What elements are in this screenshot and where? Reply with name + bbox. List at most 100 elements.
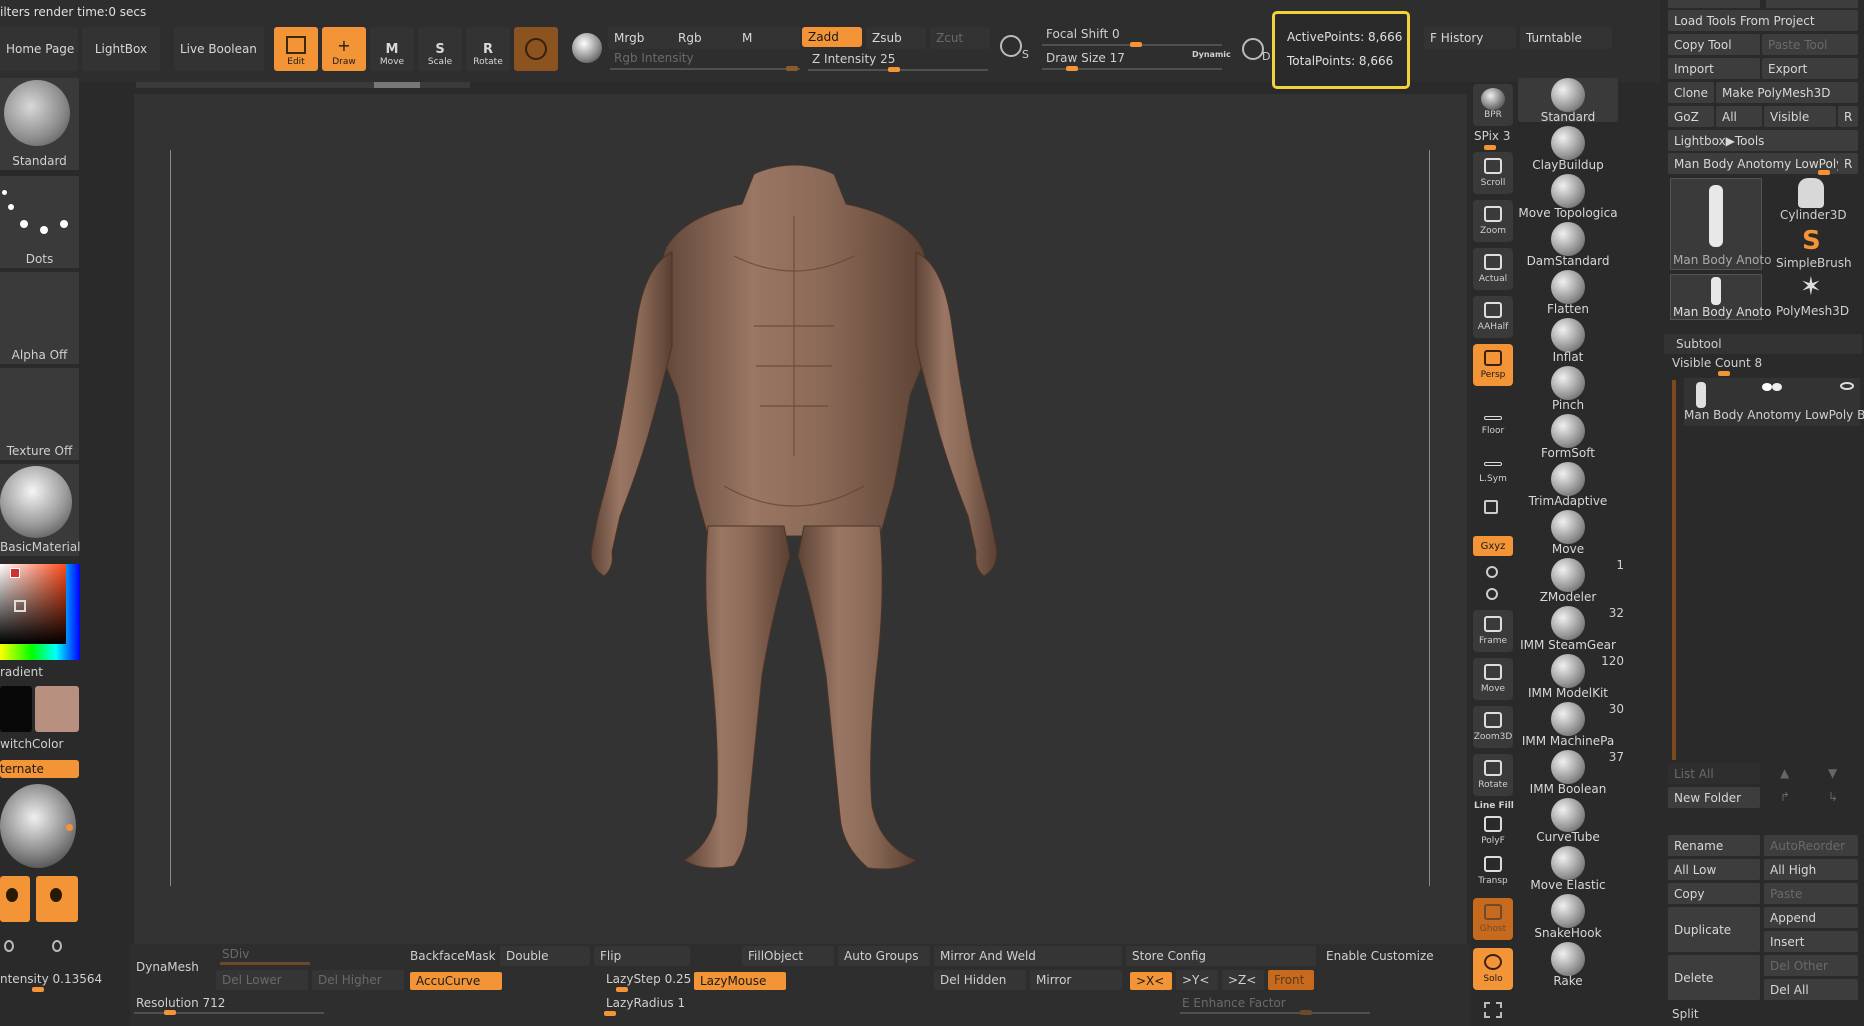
brush-item[interactable]: Rake — [1518, 942, 1618, 988]
lightbox-tools-button[interactable]: Lightbox▶Tools — [1668, 130, 1858, 151]
intensity-knob[interactable] — [32, 987, 44, 992]
visible-count-slider[interactable]: Visible Count 8 — [1672, 356, 1762, 370]
actual-button[interactable]: Actual — [1473, 248, 1513, 290]
brush-item[interactable]: IMM MachinePa 30 — [1518, 702, 1624, 748]
brush-item[interactable]: IMM ModelKit 120 — [1518, 654, 1624, 700]
transp-button[interactable]: Transp — [1473, 850, 1513, 892]
del-other-button[interactable]: Del Other — [1764, 955, 1858, 976]
mrgb-button[interactable]: Mrgb — [608, 27, 672, 49]
enhance-factor-knob[interactable] — [1300, 1010, 1312, 1015]
mirror-button[interactable]: Mirror — [1030, 970, 1122, 990]
del-higher-button[interactable]: Del Higher — [312, 970, 404, 990]
split-header[interactable]: Split — [1672, 1007, 1699, 1021]
frame-button[interactable]: Frame — [1473, 610, 1513, 652]
scale-mode-button[interactable]: S Scale — [418, 27, 462, 71]
rotate-axis-icon[interactable] — [1486, 588, 1498, 600]
document-canvas[interactable] — [134, 94, 1467, 944]
xyz-button[interactable]: Gxyz — [1473, 536, 1513, 556]
duplicate-button[interactable]: Duplicate — [1668, 907, 1760, 952]
polypaint-icon[interactable] — [1772, 383, 1782, 391]
lazymouse-button[interactable]: LazyMouse — [694, 972, 786, 990]
floor-button[interactable]: Floor — [1473, 400, 1513, 442]
enable-customize-button[interactable]: Enable Customize — [1320, 946, 1460, 966]
scroll-button[interactable]: Scroll — [1473, 152, 1513, 194]
flip-button[interactable]: Flip — [594, 946, 690, 966]
lock-icon[interactable] — [1484, 500, 1498, 514]
rgb-intensity-slider[interactable]: Rgb Intensity — [614, 51, 694, 65]
z-intensity-slider[interactable]: Z Intensity 25 — [812, 52, 895, 66]
draw-size-knob[interactable] — [1066, 66, 1078, 71]
stroke-tile[interactable]: Dots — [0, 176, 79, 268]
subtool-header[interactable]: Subtool — [1664, 334, 1862, 354]
brush-item[interactable]: ClayBuildup — [1518, 126, 1618, 172]
turntable-button[interactable]: Turntable — [1520, 27, 1612, 49]
draw-button[interactable]: + Draw — [322, 27, 366, 71]
make-polymesh3d-button[interactable]: Make PolyMesh3D — [1716, 82, 1858, 103]
paste-tool-button[interactable]: Paste Tool — [1762, 34, 1858, 55]
auto-reorder-button[interactable]: AutoReorder — [1764, 835, 1858, 856]
clone-button[interactable]: Clone — [1668, 82, 1714, 103]
all-low-button[interactable]: All Low — [1668, 859, 1760, 880]
copy-subtool-button[interactable]: Copy — [1668, 883, 1760, 904]
brush-item[interactable]: Move Elastic — [1518, 846, 1618, 892]
resolution-knob[interactable] — [164, 1010, 176, 1015]
tool-thumb-cylinder3d[interactable]: Cylinder3D — [1766, 178, 1858, 224]
aahalf-button[interactable]: AAHalf — [1473, 296, 1513, 338]
r-button[interactable]: R — [1838, 153, 1858, 174]
all-high-button[interactable]: All High — [1764, 859, 1858, 880]
model-figure[interactable] — [584, 156, 1004, 876]
subtool-item[interactable]: Man Body Anotomy LowPoly Bo — [1684, 378, 1864, 426]
brush-item[interactable]: Standard — [1518, 78, 1618, 124]
brush-item[interactable]: ZModeler 1 — [1518, 558, 1624, 604]
intensity-slider[interactable]: ntensity 0.13564 — [0, 972, 102, 986]
front-button[interactable]: Front — [1268, 970, 1314, 990]
light-icon-small[interactable] — [4, 940, 14, 952]
live-boolean-button[interactable]: Live Boolean — [174, 27, 264, 71]
home-page-button[interactable]: Home Page — [0, 27, 78, 71]
rotate-view-button[interactable]: Rotate — [1473, 754, 1513, 796]
store-config-button[interactable]: Store Config — [1126, 946, 1316, 966]
edit-button[interactable]: Edit — [274, 27, 318, 71]
gradient-label[interactable]: radient — [0, 665, 43, 679]
mirror-and-weld-button[interactable]: Mirror And Weld — [934, 946, 1122, 966]
texture-sphere-button[interactable] — [566, 27, 610, 71]
move-up-icon[interactable]: ▲ — [1780, 766, 1789, 780]
main-color-swatch[interactable] — [0, 686, 32, 732]
lightbox-button[interactable]: LightBox — [82, 27, 160, 71]
d-icon[interactable] — [1242, 38, 1264, 60]
f-history-button[interactable]: F History — [1424, 27, 1516, 49]
resolution-slider[interactable]: Resolution 712 — [136, 996, 225, 1010]
brush-item[interactable]: Flatten — [1518, 270, 1618, 316]
zcut-button[interactable]: Zcut — [930, 27, 990, 49]
color-picker[interactable] — [0, 564, 80, 660]
bulb-button-2[interactable] — [36, 876, 78, 922]
lazyradius-slider[interactable]: LazyRadius 1 — [606, 996, 685, 1010]
fillobject-button[interactable]: FillObject — [742, 946, 834, 966]
light-position-dot[interactable] — [66, 824, 73, 831]
backface-mask-button[interactable]: BackfaceMask — [404, 946, 500, 966]
brush-item[interactable]: IMM SteamGear 32 — [1518, 606, 1624, 652]
copy-tool-button[interactable]: Copy Tool — [1668, 34, 1760, 55]
tool-thumb-man-body[interactable]: Man Body Anoto — [1670, 178, 1771, 270]
current-tool-knob[interactable] — [1818, 170, 1830, 175]
rgb-button[interactable]: Rgb — [672, 27, 736, 49]
brush-item[interactable]: Move Topologica — [1518, 174, 1618, 220]
load-tools-from-project-button[interactable]: Load Tools From Project — [1668, 10, 1858, 31]
move-mode-button[interactable]: M Move — [370, 27, 414, 71]
secondary-color-swatch[interactable] — [35, 686, 79, 732]
append-button[interactable]: Append — [1764, 907, 1858, 928]
lazystep-knob[interactable] — [616, 987, 628, 992]
subtool-list-scrollbar[interactable] — [1672, 380, 1676, 760]
rename-button[interactable]: Rename — [1668, 835, 1760, 856]
visible-count-knob[interactable] — [1718, 371, 1730, 376]
paste-subtool-button[interactable]: Paste — [1764, 883, 1858, 904]
alternate-button[interactable]: ternate — [0, 760, 79, 778]
brush-item[interactable]: CurveTube — [1518, 798, 1618, 844]
lsym-button[interactable]: L.Sym — [1473, 448, 1513, 490]
move-down-icon[interactable]: ▼ — [1828, 766, 1837, 780]
del-hidden-button[interactable]: Del Hidden — [934, 970, 1026, 990]
arrow-icon[interactable]: ↱ — [1780, 790, 1790, 804]
x-symmetry-button[interactable]: >X< — [1130, 972, 1172, 990]
polypaint-icon[interactable] — [1762, 383, 1772, 391]
canvas-scrollbar[interactable] — [136, 82, 470, 88]
